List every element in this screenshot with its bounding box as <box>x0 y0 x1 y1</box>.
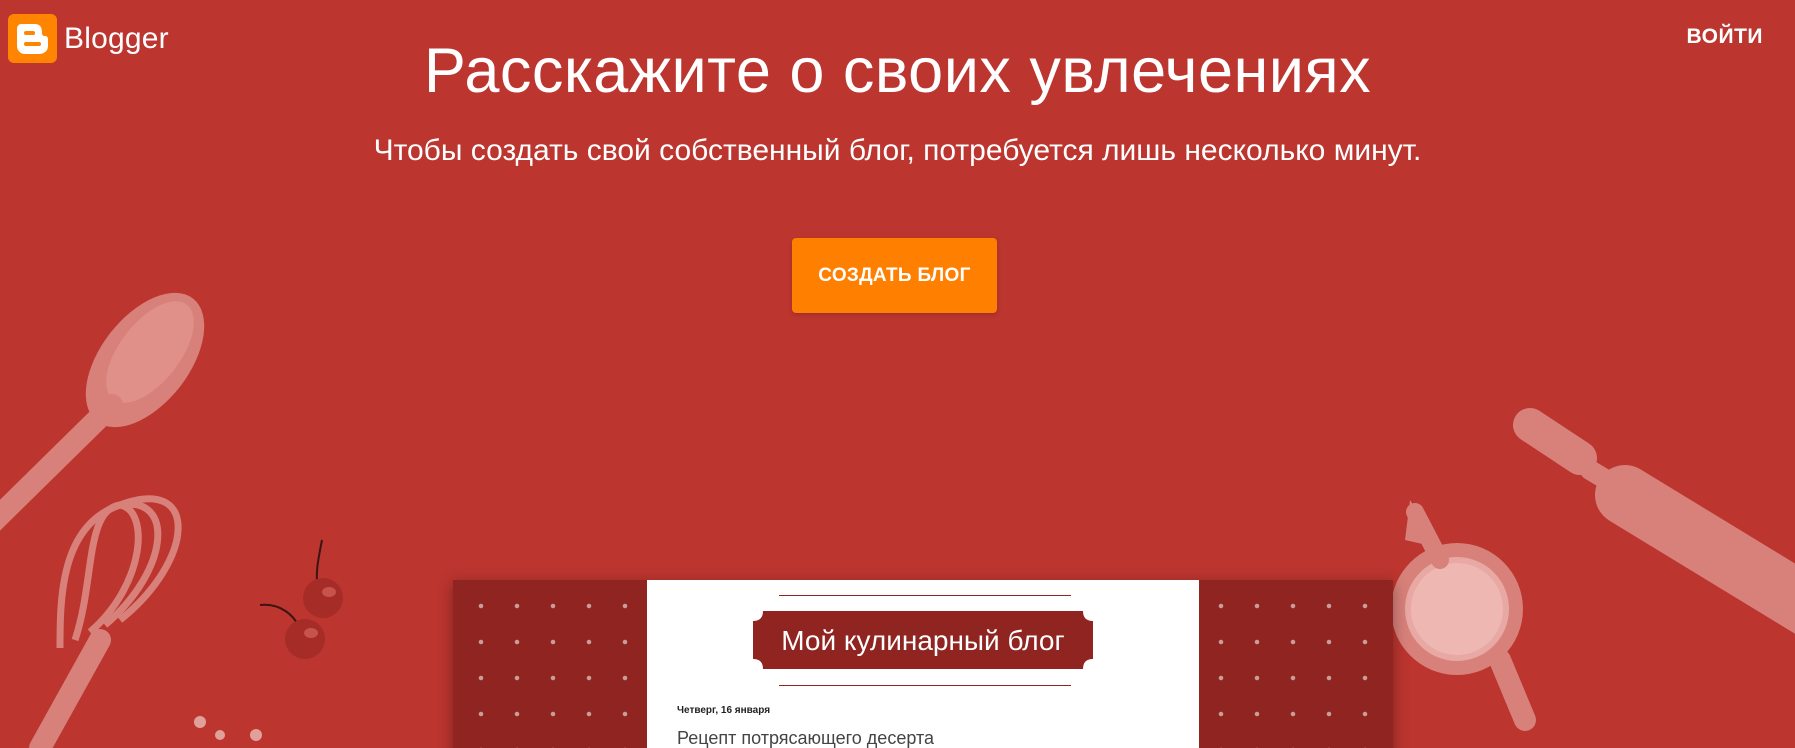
signin-link[interactable]: ВОЙТИ <box>1687 25 1764 49</box>
sprinkles-illustration <box>194 716 262 741</box>
brand-name: Blogger <box>64 21 169 55</box>
hero-title: Расскажите о своих увлечениях <box>423 36 1372 106</box>
preview-post-title: Рецепт потрясающего десерта <box>677 728 935 748</box>
whisk-illustration <box>29 495 182 748</box>
preview-divider-bottom <box>779 685 1071 686</box>
blog-preview: Мой кулинарный блог Четверг, 16 января Р… <box>453 580 1393 748</box>
wooden-spoon-illustration <box>0 292 205 531</box>
rolling-pin-illustration <box>1513 408 1795 634</box>
blogger-brand[interactable]: Blogger <box>8 14 169 63</box>
hero-subtitle: Чтобы создать свой собственный блог, пот… <box>373 134 1422 167</box>
preview-divider-top <box>779 595 1071 596</box>
preview-page: Мой кулинарный блог Четверг, 16 января Р… <box>647 580 1199 748</box>
blog-title-banner: Мой кулинарный блог <box>753 611 1093 669</box>
preview-pattern-left <box>453 580 647 748</box>
cherries-illustration <box>259 539 343 659</box>
measuring-cup-illustration <box>1391 500 1536 731</box>
preview-post-date: Четверг, 16 января <box>677 705 771 716</box>
preview-pattern-right <box>1199 580 1393 748</box>
blogger-landing-page: Blogger ВОЙТИ Расскажите о своих увлечен… <box>0 0 1795 748</box>
blogger-logo-icon <box>8 14 57 63</box>
preview-blog-title: Мой кулинарный блог <box>781 625 1065 656</box>
create-blog-button[interactable]: СОЗДАТЬ БЛОГ <box>792 238 997 313</box>
